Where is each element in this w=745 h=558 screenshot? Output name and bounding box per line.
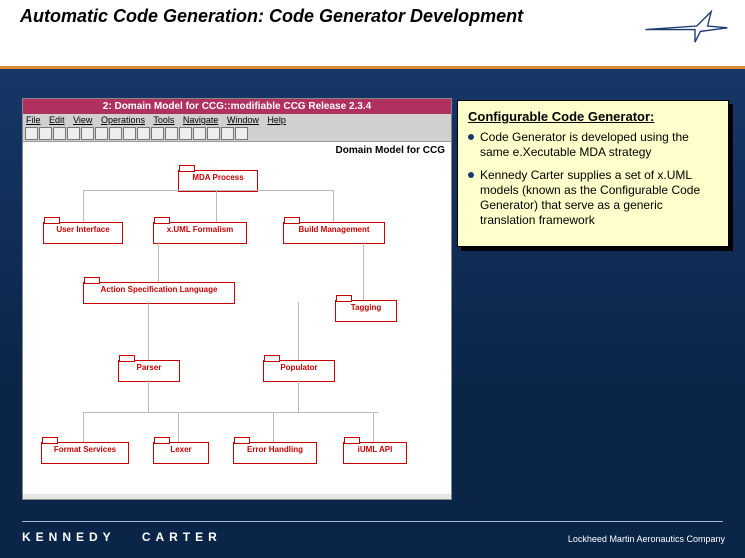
connector (273, 412, 274, 442)
tool-icon[interactable] (95, 127, 108, 140)
tool-icon[interactable] (151, 127, 164, 140)
connector (363, 242, 364, 300)
pkg-pop[interactable]: Populator (263, 360, 335, 382)
connector (298, 302, 299, 360)
connector (148, 380, 149, 412)
connector (83, 190, 333, 191)
connector (178, 412, 179, 442)
pkg-asl[interactable]: Action Specification Language (83, 282, 235, 304)
pkg-parser[interactable]: Parser (118, 360, 180, 382)
connector (148, 412, 378, 413)
diagram-canvas[interactable]: Domain Model for CCG MDA Process User In… (23, 142, 451, 494)
pkg-lexer[interactable]: Lexer (153, 442, 209, 464)
window-menubar[interactable]: File Edit View Operations Tools Navigate… (23, 114, 451, 126)
connector (373, 412, 374, 442)
tool-icon[interactable] (193, 127, 206, 140)
pkg-err[interactable]: Error Handling (233, 442, 317, 464)
footer-rule (22, 521, 723, 522)
pkg-mda[interactable]: MDA Process (178, 170, 258, 192)
menu-edit[interactable]: Edit (49, 115, 65, 125)
tool-icon[interactable] (221, 127, 234, 140)
pkg-fmt[interactable]: Format Services (41, 442, 129, 464)
tool-icon[interactable] (137, 127, 150, 140)
slide-header: Automatic Code Generation: Code Generato… (0, 0, 745, 69)
connector (83, 412, 84, 442)
tool-icon[interactable] (81, 127, 94, 140)
tool-icon[interactable] (39, 127, 52, 140)
info-list: Code Generator is developed using the sa… (468, 130, 718, 228)
menu-view[interactable]: View (73, 115, 92, 125)
pkg-api[interactable]: iUML API (343, 442, 407, 464)
info-panel: Configurable Code Generator: Code Genera… (457, 100, 729, 247)
tool-icon[interactable] (179, 127, 192, 140)
connector (333, 190, 334, 222)
window-titlebar: 2: Domain Model for CCG::modifiable CCG … (23, 99, 451, 114)
tool-icon[interactable] (109, 127, 122, 140)
connector (298, 380, 299, 412)
tool-icon[interactable] (235, 127, 248, 140)
info-bullet: Kennedy Carter supplies a set of x.UML m… (468, 168, 718, 228)
brand-kennedy: KENNEDY (22, 530, 115, 544)
tool-icon[interactable] (165, 127, 178, 140)
menu-tools[interactable]: Tools (153, 115, 174, 125)
model-window: 2: Domain Model for CCG::modifiable CCG … (22, 98, 452, 500)
slide-title: Automatic Code Generation: Code Generato… (20, 6, 523, 26)
pkg-tag[interactable]: Tagging (335, 300, 397, 322)
menu-operations[interactable]: Operations (101, 115, 145, 125)
tool-icon[interactable] (207, 127, 220, 140)
brand-footer: KENNEDY CARTER (22, 530, 222, 544)
copyright: Lockheed Martin Aeronautics Company (568, 534, 725, 544)
connector (148, 302, 149, 360)
window-toolbar[interactable] (23, 126, 451, 142)
lockheed-star-icon (641, 6, 731, 46)
menu-window[interactable]: Window (227, 115, 259, 125)
tool-icon[interactable] (25, 127, 38, 140)
connector (83, 412, 148, 413)
brand-carter: CARTER (142, 530, 222, 544)
canvas-title: Domain Model for CCG (336, 145, 445, 156)
menu-help[interactable]: Help (267, 115, 286, 125)
info-heading: Configurable Code Generator: (468, 109, 718, 124)
menu-file[interactable]: File (26, 115, 41, 125)
pkg-xuml[interactable]: x.UML Formalism (153, 222, 247, 244)
tool-icon[interactable] (123, 127, 136, 140)
connector (83, 190, 84, 222)
connector (158, 242, 159, 282)
tool-icon[interactable] (53, 127, 66, 140)
pkg-build[interactable]: Build Management (283, 222, 385, 244)
menu-navigate[interactable]: Navigate (183, 115, 219, 125)
tool-icon[interactable] (67, 127, 80, 140)
connector (216, 190, 217, 222)
info-bullet: Code Generator is developed using the sa… (468, 130, 718, 160)
pkg-ui[interactable]: User Interface (43, 222, 123, 244)
